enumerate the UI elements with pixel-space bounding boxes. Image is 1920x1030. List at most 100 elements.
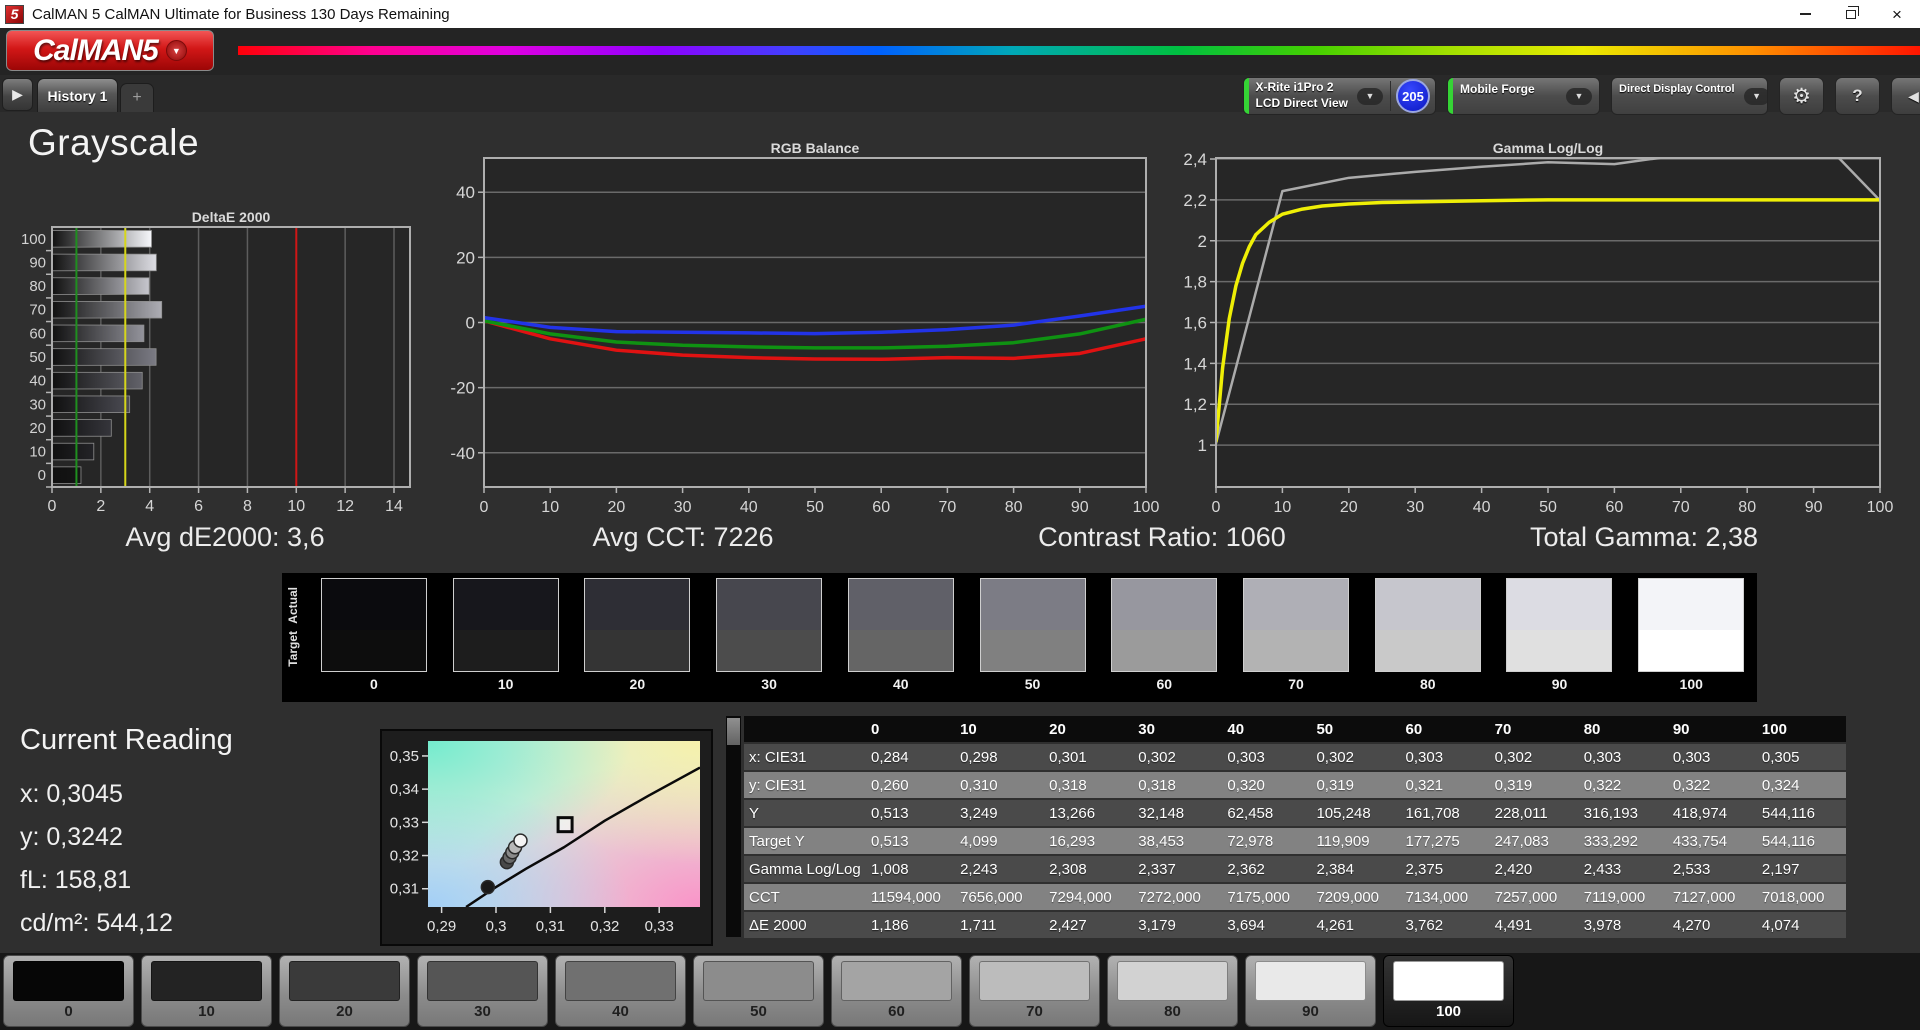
svg-text:50: 50: [29, 349, 46, 366]
settings-button[interactable]: ⚙: [1779, 77, 1824, 115]
calman-menu-button[interactable]: CalMAN5 ▼: [6, 30, 214, 71]
patch-button-80[interactable]: 80: [1107, 955, 1238, 1027]
patch-buttons: 0 10 20 30 40 50 60 70 80 90 100: [3, 955, 1514, 1027]
patch-chip-30: [427, 961, 538, 1001]
close-button[interactable]: ×: [1874, 0, 1920, 28]
swatch-target-60: [1112, 629, 1217, 671]
svg-text:30: 30: [1406, 499, 1424, 516]
table-col-header-40: 40: [1222, 716, 1312, 742]
table-cell-4-4: 2,362: [1222, 856, 1312, 882]
swatch-cell-60: 60: [1098, 578, 1230, 702]
svg-text:0: 0: [1212, 499, 1221, 516]
minimize-button[interactable]: [1782, 0, 1828, 28]
table-col-header-70: 70: [1489, 716, 1579, 742]
svg-text:40: 40: [456, 183, 475, 202]
swatch-level-label: 60: [1156, 676, 1173, 692]
svg-text:0,32: 0,32: [390, 848, 419, 865]
patch-button-20[interactable]: 20: [279, 955, 410, 1027]
table-cell-4-10: 2,197: [1756, 856, 1846, 882]
swatch-actual-60: [1112, 579, 1217, 630]
patch-chip-10: [151, 961, 262, 1001]
workflow-nav-button[interactable]: ▶: [2, 78, 33, 111]
swatch-level-label: 30: [761, 676, 777, 692]
svg-text:60: 60: [872, 499, 890, 516]
source-dropdown[interactable]: Mobile Forge ▼: [1447, 77, 1600, 115]
patch-chip-80: [1117, 961, 1228, 1001]
display-control-dropdown[interactable]: Direct Display Control ▼: [1611, 77, 1768, 115]
swatch-target-30: [717, 629, 822, 671]
patch-button-0[interactable]: 0: [3, 955, 134, 1027]
restore-icon: [1846, 5, 1859, 19]
table-cell-4-3: 2,337: [1133, 856, 1223, 882]
patch-button-40[interactable]: 40: [555, 955, 686, 1027]
svg-text:60: 60: [1606, 499, 1624, 516]
swatch-60: [1111, 578, 1218, 672]
help-icon: ?: [1852, 86, 1863, 105]
swatch-actual-90: [1507, 579, 1612, 630]
patch-button-30[interactable]: 30: [417, 955, 548, 1027]
patch-label: 90: [1302, 1003, 1319, 1020]
swatch-cell-0: 0: [308, 578, 440, 702]
svg-text:6: 6: [194, 498, 203, 515]
table-cell-1-2: 0,318: [1044, 772, 1134, 798]
table-cell-3-7: 247,083: [1489, 828, 1579, 854]
svg-text:0,32: 0,32: [590, 918, 619, 935]
table-cell-3-4: 72,978: [1222, 828, 1312, 854]
patch-label: 100: [1435, 1003, 1462, 1020]
svg-text:2,2: 2,2: [1183, 191, 1207, 210]
table-scroll-handle[interactable]: [727, 718, 740, 745]
table-cell-1-7: 0,319: [1489, 772, 1579, 798]
table-cell-4-5: 2,384: [1311, 856, 1401, 882]
table-cell-6-0: 1,186: [866, 912, 956, 938]
calman-logo: CalMAN5: [33, 33, 159, 67]
table-cell-3-5: 119,909: [1311, 828, 1401, 854]
source-label: Mobile Forge: [1460, 82, 1535, 96]
patch-button-10[interactable]: 10: [141, 955, 272, 1027]
meter-dropdown[interactable]: X-Rite i1Pro 2 LCD Direct View ▼ 205: [1242, 77, 1436, 115]
svg-text:-20: -20: [450, 379, 475, 398]
tab-bar: ▶ History 1 + X-Rite i1Pro 2 LCD Direct V…: [0, 75, 1920, 115]
swatch-actual-0: [321, 579, 426, 630]
actual-label: Actual: [286, 587, 300, 624]
add-tab-button[interactable]: +: [120, 83, 154, 112]
table-cell-6-8: 3,978: [1578, 912, 1668, 938]
swatch-30: [716, 578, 823, 672]
swatch-actual-70: [1244, 579, 1348, 630]
patch-button-50[interactable]: 50: [693, 955, 824, 1027]
patch-button-70[interactable]: 70: [969, 955, 1100, 1027]
meter-count-badge[interactable]: 205: [1396, 79, 1430, 113]
swatch-target-10: [453, 629, 558, 671]
table-cell-2-9: 418,974: [1667, 800, 1757, 826]
table-row-label: Gamma Log/Log: [744, 856, 866, 882]
svg-text:0: 0: [38, 467, 46, 484]
patch-button-90[interactable]: 90: [1245, 955, 1376, 1027]
table-col-header-90: 90: [1667, 716, 1757, 742]
help-button[interactable]: ?: [1835, 77, 1880, 115]
swatch-target-40: [848, 629, 953, 671]
collapse-panel-button[interactable]: ◀: [1891, 77, 1920, 115]
tab-history-1[interactable]: History 1: [37, 78, 118, 112]
svg-text:40: 40: [740, 499, 758, 516]
swatch-cell-30: 30: [703, 578, 835, 702]
table-corner-cell: [744, 716, 866, 742]
svg-text:14: 14: [385, 498, 403, 515]
patch-label: 80: [1164, 1003, 1181, 1020]
swatch-level-label: 40: [893, 676, 909, 692]
close-icon: ×: [1892, 4, 1902, 24]
table-cell-3-6: 177,275: [1400, 828, 1490, 854]
svg-text:100: 100: [1867, 499, 1894, 516]
chevron-right-icon: ▶: [12, 86, 23, 102]
patch-button-100[interactable]: 100: [1383, 955, 1514, 1027]
table-col-header-20: 20: [1044, 716, 1134, 742]
table-col-header-50: 50: [1311, 716, 1401, 742]
swatch-target-70: [1244, 629, 1348, 671]
maximize-button[interactable]: [1828, 0, 1874, 28]
patch-button-60[interactable]: 60: [831, 955, 962, 1027]
stat-total-gamma: Total Gamma: 2,38: [1529, 522, 1759, 552]
swatch-cells: 0 10 20 30 40 50 60 70 80 90 100: [308, 573, 1757, 702]
table-cell-4-6: 2,375: [1400, 856, 1490, 882]
deltae-chart: 0 2 4 6 8 10 12 141009080706050403020100: [21, 226, 411, 515]
table-cell-2-8: 316,193: [1578, 800, 1668, 826]
table-cell-6-5: 4,261: [1311, 912, 1401, 938]
svg-text:10: 10: [29, 444, 46, 461]
